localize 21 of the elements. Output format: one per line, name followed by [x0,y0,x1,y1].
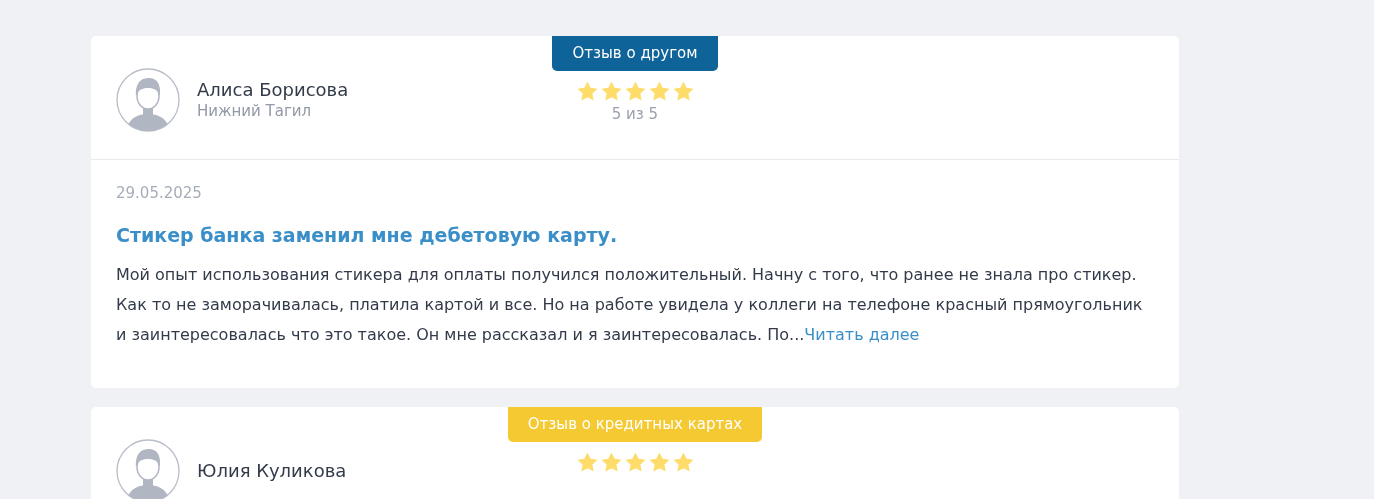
review-date: 29.05.2025 [116,184,203,202]
star-icon [647,451,671,474]
avatar-icon [116,67,180,132]
star-icon [623,80,647,103]
category-tag: Отзыв о кредитных картах [507,407,763,442]
review-text: Мой опыт использования стикера для оплаты получился положительный. Начну с того, что ранее не знала про стикер. Как то не заморачивалась, платила картой и все. Но на работе увидела у коллеги на телефоне красный прямоугольник и заинтересовалась что это такое. Он мне рассказал и я заинтересовалась. По...Читать далее [116,264,1144,346]
star-icon [647,80,671,103]
star-icon [671,80,695,103]
star-icon [575,451,599,474]
review-title: Стикер банка заменил мне дебетовую карту. [116,224,619,246]
star-icon [599,451,623,474]
category-tag: Отзыв о другом [552,36,718,71]
star-icon [671,451,695,474]
author-name: Алиса Борисова [197,79,349,100]
author-name: Юлия Куликова [197,460,347,481]
star-icon [623,451,647,474]
rating-text: 5 из 5 [611,105,659,123]
star-icon [599,80,623,103]
star-icon [575,80,599,103]
author-city: Нижний Тагил [197,102,313,120]
read-more-link[interactable]: Читать далее [804,325,920,344]
